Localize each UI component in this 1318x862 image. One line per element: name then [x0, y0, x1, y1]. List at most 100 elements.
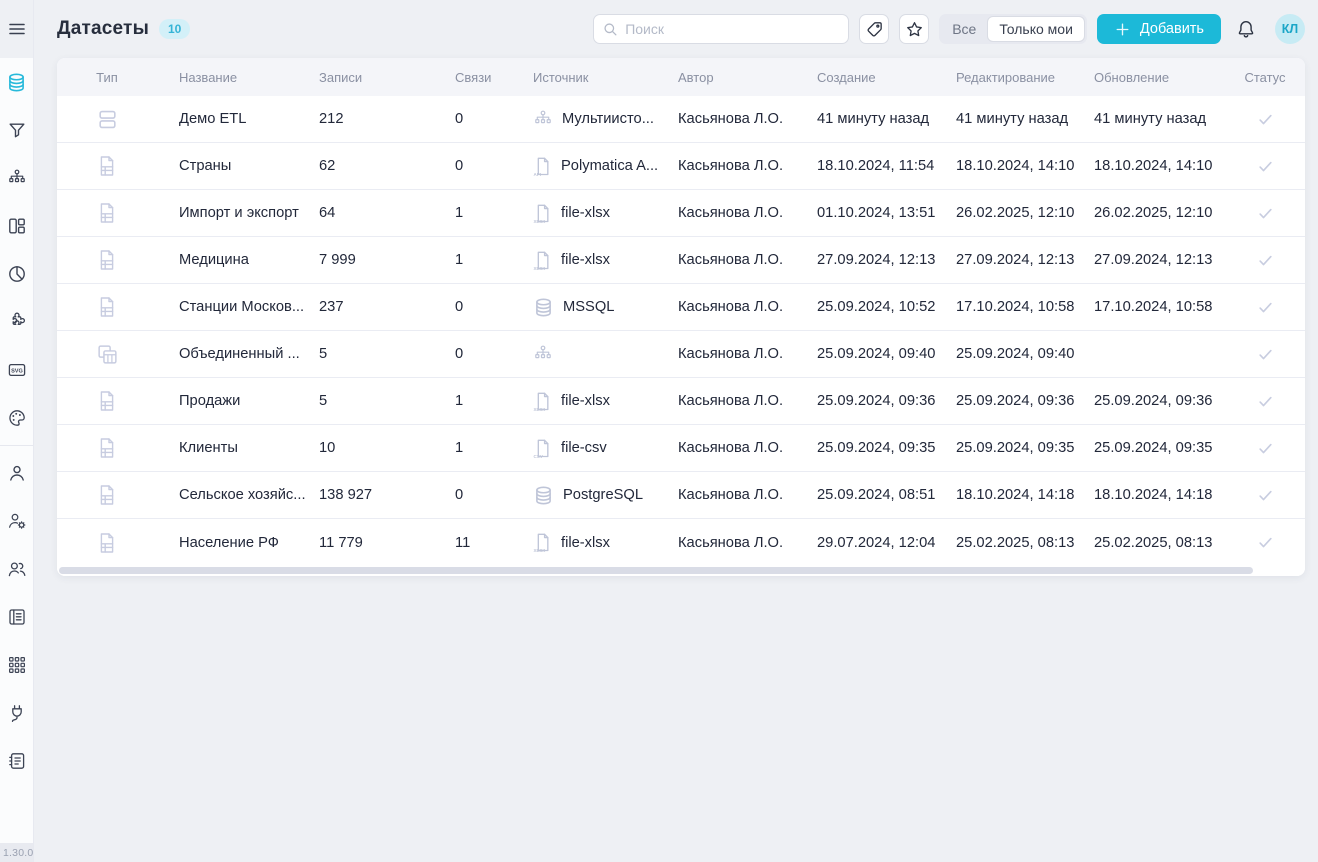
file-type-icon [97, 202, 117, 224]
cell-name: Объединенный ... [157, 346, 297, 362]
status-check-icon [1256, 439, 1275, 458]
cell-author: Касьянова Л.О. [656, 299, 795, 315]
cell-links: 0 [433, 346, 511, 362]
cell-name: Население РФ [157, 535, 297, 551]
svg-text:XLSX: XLSX [533, 266, 545, 271]
column-header-edited[interactable]: Редактирование [934, 70, 1072, 85]
column-header-author[interactable]: Автор [656, 70, 795, 85]
cell-links: 0 [433, 487, 511, 503]
file-csv-icon: CSV [533, 438, 552, 459]
search-icon [602, 21, 619, 38]
cell-source: XLSXfile-xlsx [511, 391, 656, 412]
file-xlsx-icon: XLSX [533, 250, 552, 271]
cell-links: 1 [433, 252, 511, 268]
sidebar-top-group: SVG [0, 58, 33, 442]
count-badge: 10 [159, 19, 190, 39]
table-row[interactable]: Страны620APIPolymatica A...Касьянова Л.О… [57, 143, 1305, 190]
layout-icon [7, 216, 27, 236]
sidebar-item-svg-editor[interactable]: SVG [0, 346, 33, 394]
cell-author: Касьянова Л.О. [656, 252, 795, 268]
user-gear-icon [7, 511, 27, 531]
etl-type-icon [96, 108, 119, 131]
svg-text:XLSX: XLSX [533, 219, 545, 224]
cell-created: 25.09.2024, 09:40 [795, 346, 934, 362]
status-check-icon [1256, 298, 1275, 317]
cell-edited: 25.02.2025, 08:13 [934, 535, 1072, 551]
table-header: ТипНазваниеЗаписиСвязиИсточникАвторСозда… [57, 58, 1305, 96]
cell-name: Демо ETL [157, 111, 297, 127]
filter-all-button[interactable]: Все [941, 17, 987, 41]
sidebar-item-dashboards[interactable] [0, 202, 33, 250]
book-icon [7, 607, 27, 627]
cell-records: 212 [297, 111, 433, 127]
column-header-links[interactable]: Связи [433, 70, 511, 85]
file-type-icon [97, 437, 117, 459]
column-header-source[interactable]: Источник [511, 70, 656, 85]
column-header-name[interactable]: Название [157, 70, 297, 85]
cell-records: 10 [297, 440, 433, 456]
cell-status [1225, 439, 1305, 458]
cell-links: 1 [433, 393, 511, 409]
cell-status [1225, 486, 1305, 505]
cell-updated: 25.09.2024, 09:36 [1072, 393, 1225, 409]
hamburger-button[interactable] [0, 0, 33, 58]
add-button[interactable]: Добавить [1097, 14, 1221, 44]
table-row[interactable]: Продажи51XLSXfile-xlsxКасьянова Л.О.25.0… [57, 378, 1305, 425]
cell-name: Станции Москов... [157, 299, 297, 315]
plug-icon [7, 703, 27, 723]
column-header-type[interactable]: Тип [57, 70, 157, 85]
filter-mine-button[interactable]: Только мои [987, 16, 1085, 42]
sidebar-item-journal[interactable] [0, 737, 33, 785]
sidebar-item-etl[interactable] [0, 154, 33, 202]
table-row[interactable]: Станции Москов...2370MSSQLКасьянова Л.О.… [57, 284, 1305, 331]
scrollbar-thumb[interactable] [59, 567, 1253, 574]
table-row[interactable]: Сельское хозяйс...138 9270PostgreSQLКась… [57, 472, 1305, 519]
cell-created: 41 минуту назад [795, 111, 934, 127]
sidebar-item-apps[interactable] [0, 641, 33, 689]
column-header-created[interactable]: Создание [795, 70, 934, 85]
cell-author: Касьянова Л.О. [656, 440, 795, 456]
column-header-status[interactable]: Статус [1225, 70, 1305, 85]
sidebar-item-plugins[interactable] [0, 298, 33, 346]
sidebar-item-filters[interactable] [0, 106, 33, 154]
table-row[interactable]: Население РФ11 77911XLSXfile-xlsxКасьяно… [57, 519, 1305, 566]
sidebar-item-connections[interactable] [0, 689, 33, 737]
sidebar-item-groups[interactable] [0, 545, 33, 593]
plus-icon [1114, 21, 1131, 38]
column-header-records[interactable]: Записи [297, 70, 433, 85]
file-type-icon [97, 484, 117, 506]
table-row[interactable]: Импорт и экспорт641XLSXfile-xlsxКасьянов… [57, 190, 1305, 237]
database-icon [533, 485, 554, 506]
tags-filter-button[interactable] [859, 14, 889, 44]
table-row[interactable]: Демо ETL2120Мультиисто...Касьянова Л.О.4… [57, 96, 1305, 143]
column-header-updated[interactable]: Обновление [1072, 70, 1225, 85]
cell-author: Касьянова Л.О. [656, 205, 795, 221]
status-check-icon [1256, 392, 1275, 411]
table-row[interactable]: Медицина7 9991XLSXfile-xlsxКасьянова Л.О… [57, 237, 1305, 284]
grid-icon [7, 655, 27, 675]
svg-icon: SVG [7, 360, 27, 380]
favorites-filter-button[interactable] [899, 14, 929, 44]
cell-source: PostgreSQL [511, 485, 656, 506]
sidebar-item-user-settings[interactable] [0, 497, 33, 545]
user-avatar[interactable]: КЛ [1275, 14, 1305, 44]
table-row[interactable]: Объединенный ...50Касьянова Л.О.25.09.20… [57, 331, 1305, 378]
search-input[interactable] [593, 14, 849, 44]
table-row[interactable]: Клиенты101CSVfile-csvКасьянова Л.О.25.09… [57, 425, 1305, 472]
sidebar-item-charts[interactable] [0, 250, 33, 298]
hamburger-icon [7, 19, 27, 39]
cell-updated: 18.10.2024, 14:18 [1072, 487, 1225, 503]
cell-records: 237 [297, 299, 433, 315]
notifications-button[interactable] [1236, 19, 1256, 39]
cell-edited: 25.09.2024, 09:36 [934, 393, 1072, 409]
cell-author: Касьянова Л.О. [656, 111, 795, 127]
cell-author: Касьянова Л.О. [656, 487, 795, 503]
sidebar-item-profile[interactable] [0, 449, 33, 497]
sidebar-item-directory[interactable] [0, 593, 33, 641]
cell-name: Сельское хозяйс... [157, 487, 297, 503]
sidebar-item-palette[interactable] [0, 394, 33, 442]
cell-edited: 17.10.2024, 10:58 [934, 299, 1072, 315]
file-type-icon [97, 249, 117, 271]
sidebar-item-datasets[interactable] [0, 58, 33, 106]
cell-name: Медицина [157, 252, 297, 268]
